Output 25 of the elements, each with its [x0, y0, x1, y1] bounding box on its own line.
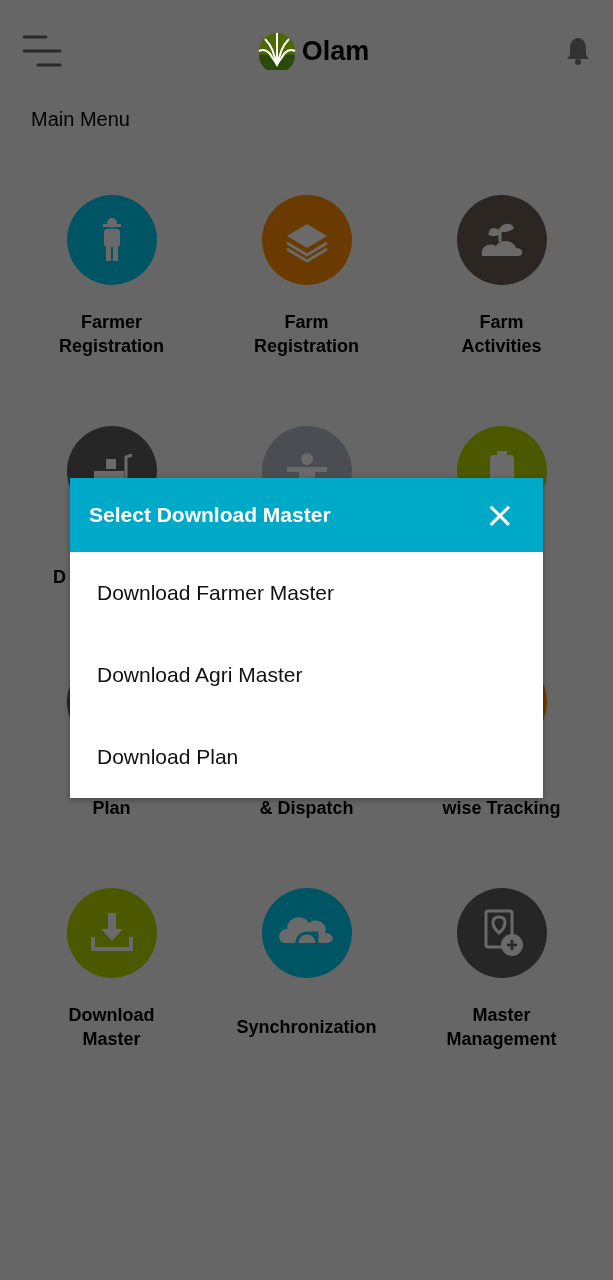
tile-label[interactable]: Plan	[92, 796, 131, 820]
tile-label[interactable]: Farm	[284, 310, 329, 334]
tile-label[interactable]: Management	[446, 1027, 557, 1051]
tile-label[interactable]: Activities	[461, 334, 542, 358]
tile-label[interactable]: Master	[472, 1003, 531, 1027]
tile-label[interactable]: Farmer	[80, 310, 142, 334]
bell-icon[interactable]	[565, 36, 591, 66]
brand-name: Olam	[301, 35, 370, 67]
dialog-option[interactable]: Download Plan	[70, 716, 543, 798]
close-button[interactable]: ×	[480, 497, 519, 533]
tile-label[interactable]: Master	[82, 1027, 141, 1051]
dialog-option[interactable]: Download Farmer Master	[70, 552, 543, 634]
dialog-option[interactable]: Download Agri Master	[70, 634, 543, 716]
dialog-title: Select Download Master	[89, 503, 331, 527]
tile-label[interactable]: Registration	[59, 334, 164, 358]
tile-label[interactable]: Synchronization	[236, 1015, 377, 1039]
tile-label[interactable]: D	[53, 565, 66, 589]
tile-label[interactable]: Farm	[479, 310, 524, 334]
tile-label[interactable]: Registration	[254, 334, 359, 358]
page-title: Main Menu	[31, 108, 131, 131]
tile-label[interactable]: wise Tracking	[442, 796, 561, 820]
leaf-logo-icon	[257, 32, 296, 70]
tile-label[interactable]: & Dispatch	[259, 796, 354, 820]
menu-icon[interactable]	[22, 34, 62, 68]
tile-label[interactable]: Download	[68, 1003, 155, 1027]
